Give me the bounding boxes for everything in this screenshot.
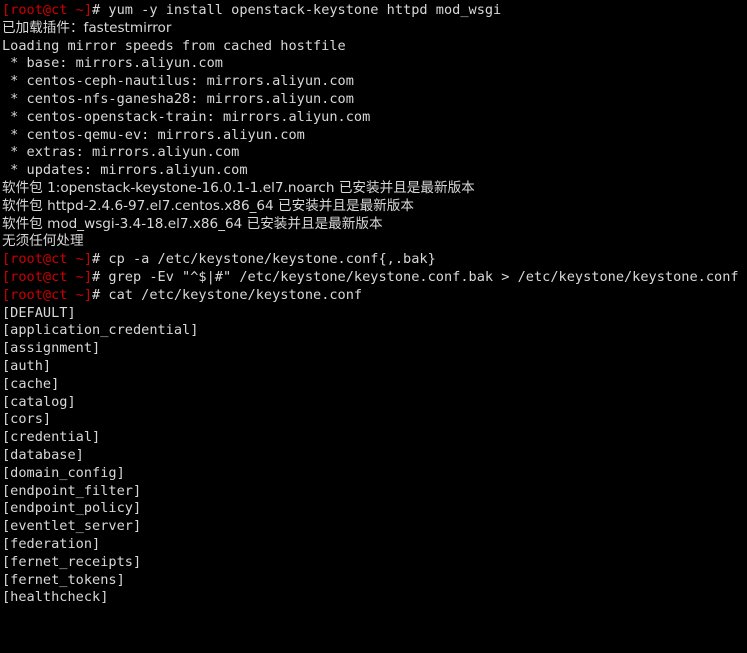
output-text: [assignment]	[2, 340, 101, 357]
terminal-command-line: [root@ct ~]# grep -Ev "^$|#" /etc/keysto…	[2, 269, 747, 287]
output-text: [domain_config]	[2, 464, 125, 481]
output-text: [federation]	[2, 535, 101, 552]
output-text: [auth]	[2, 357, 52, 374]
output-text: [credential]	[2, 429, 101, 446]
terminal-output-line: [cache]	[2, 376, 747, 394]
terminal-output-line: [DEFAULT]	[2, 305, 747, 323]
terminal-command-line: [root@ct ~]# cp -a /etc/keystone/keyston…	[2, 251, 747, 269]
terminal-output-line: * updates: mirrors.aliyun.com	[2, 162, 747, 180]
terminal-output-line: * centos-openstack-train: mirrors.aliyun…	[2, 109, 747, 127]
terminal-output-line: [federation]	[2, 536, 747, 554]
command-text: cat /etc/keystone/keystone.conf	[100, 286, 363, 303]
terminal-output-line: 无须任何处理	[2, 233, 747, 251]
output-text: [fernet_receipts]	[2, 553, 142, 570]
prompt-symbol: #	[92, 286, 101, 303]
terminal-output-line: [healthcheck]	[2, 589, 747, 607]
output-text: [endpoint_filter]	[2, 482, 142, 499]
terminal-output-line: [catalog]	[2, 394, 747, 412]
terminal-output-line: * centos-qemu-ev: mirrors.aliyun.com	[2, 127, 747, 145]
output-text: [cache]	[2, 375, 60, 392]
terminal-output-line: * centos-ceph-nautilus: mirrors.aliyun.c…	[2, 73, 747, 91]
output-text: * centos-ceph-nautilus: mirrors.aliyun.c…	[2, 73, 354, 90]
terminal-output-line: [assignment]	[2, 340, 747, 358]
terminal-output-line: * centos-nfs-ganesha28: mirrors.aliyun.c…	[2, 91, 747, 109]
output-text: * centos-qemu-ev: mirrors.aliyun.com	[2, 126, 305, 143]
output-text: [catalog]	[2, 393, 76, 410]
terminal-output-line: [eventlet_server]	[2, 518, 747, 536]
output-text: [eventlet_server]	[2, 518, 142, 535]
terminal-output-line: [application_credential]	[2, 322, 747, 340]
output-text: * extras: mirrors.aliyun.com	[2, 144, 240, 161]
output-text: * centos-nfs-ganesha28: mirrors.aliyun.c…	[2, 90, 354, 107]
terminal-output-line: [domain_config]	[2, 465, 747, 483]
terminal-output-line: [endpoint_filter]	[2, 483, 747, 501]
terminal-output-line: [auth]	[2, 358, 747, 376]
terminal-output-line: * extras: mirrors.aliyun.com	[2, 144, 747, 162]
output-text: [database]	[2, 446, 84, 463]
terminal-output-line: [endpoint_policy]	[2, 500, 747, 518]
terminal-output-line: 已加载插件：fastestmirror	[2, 20, 747, 38]
terminal-command-line: [root@ct ~]# yum -y install openstack-ke…	[2, 2, 747, 20]
terminal-output-line: [fernet_receipts]	[2, 554, 747, 572]
shell-prompt: [root@ct ~]	[2, 2, 93, 18]
output-text: [cors]	[2, 411, 52, 428]
output-text: Loading mirror speeds from cached hostfi…	[2, 37, 346, 54]
shell-prompt: [root@ct ~]	[2, 251, 93, 268]
terminal-output-line: [fernet_tokens]	[2, 572, 747, 590]
output-text: [endpoint_policy]	[2, 500, 142, 517]
output-text: * base: mirrors.aliyun.com	[2, 55, 223, 72]
output-text: 软件包 1:openstack-keystone-16.0.1-1.el7.no…	[2, 179, 475, 196]
output-text: * centos-openstack-train: mirrors.aliyun…	[2, 108, 371, 125]
terminal-output-line: 软件包 httpd-2.4.6-97.el7.centos.x86_64 已安装…	[2, 198, 747, 216]
output-text: [fernet_tokens]	[2, 571, 125, 588]
output-text: 软件包 httpd-2.4.6-97.el7.centos.x86_64 已安装…	[2, 197, 414, 214]
prompt-symbol: #	[92, 251, 101, 268]
terminal-output-line: [cors]	[2, 411, 747, 429]
shell-prompt: [root@ct ~]	[2, 286, 93, 303]
output-text: 无须任何处理	[2, 233, 84, 250]
prompt-symbol: #	[92, 2, 101, 18]
output-text: * updates: mirrors.aliyun.com	[2, 162, 248, 179]
terminal-screen[interactable]: [root@ct ~]# yum -y install openstack-ke…	[0, 0, 747, 653]
terminal-output-line: 软件包 1:openstack-keystone-16.0.1-1.el7.no…	[2, 180, 747, 198]
terminal-command-line: [root@ct ~]# cat /etc/keystone/keystone.…	[2, 287, 747, 305]
terminal-output-line: [credential]	[2, 429, 747, 447]
output-text: [application_credential]	[2, 322, 199, 339]
command-text: yum -y install openstack-keystone httpd …	[100, 2, 502, 18]
terminal-output-line: [database]	[2, 447, 747, 465]
command-text: grep -Ev "^$|#" /etc/keystone/keystone.c…	[100, 268, 739, 285]
terminal-output-line: Loading mirror speeds from cached hostfi…	[2, 38, 747, 56]
prompt-symbol: #	[92, 268, 101, 285]
output-text: 已加载插件：fastestmirror	[2, 19, 172, 36]
terminal-output-line: 软件包 mod_wsgi-3.4-18.el7.x86_64 已安装并且是最新版…	[2, 216, 747, 234]
output-text: [healthcheck]	[2, 589, 109, 606]
command-text: cp -a /etc/keystone/keystone.conf{,.bak}	[100, 251, 436, 268]
shell-prompt: [root@ct ~]	[2, 268, 93, 285]
output-text: [DEFAULT]	[2, 304, 76, 321]
terminal-output-line: * base: mirrors.aliyun.com	[2, 55, 747, 73]
output-text: 软件包 mod_wsgi-3.4-18.el7.x86_64 已安装并且是最新版…	[2, 215, 383, 232]
